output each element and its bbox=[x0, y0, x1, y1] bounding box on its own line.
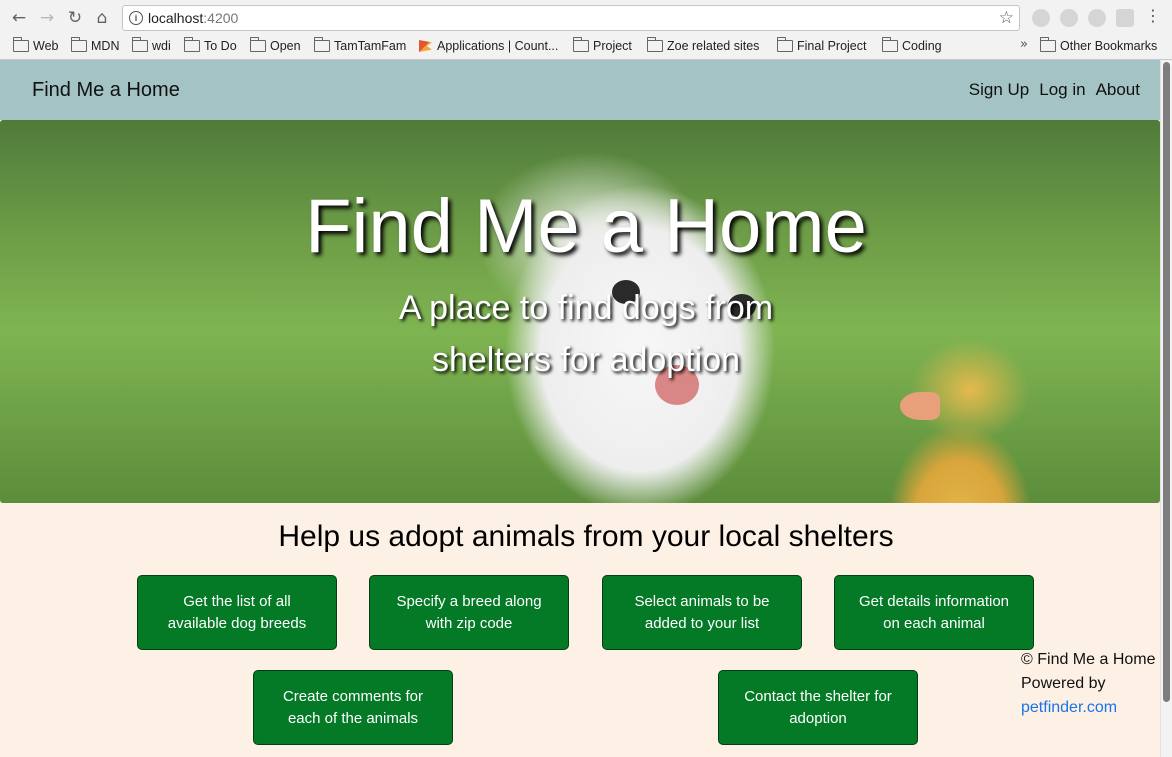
feature-card-details[interactable]: Get details information on each animal bbox=[834, 575, 1034, 650]
scrollbar-thumb[interactable] bbox=[1163, 62, 1170, 702]
folder-icon bbox=[572, 37, 589, 52]
folder-icon bbox=[249, 37, 266, 52]
footer: © Find Me a Home Powered by petfinder.co… bbox=[1021, 648, 1156, 720]
nav-sign-up-link[interactable]: Sign Up bbox=[969, 80, 1029, 100]
footer-powered-by: Powered by bbox=[1021, 675, 1106, 692]
feature-card-select-animals[interactable]: Select animals to be added to your list bbox=[602, 575, 802, 650]
home-icon[interactable]: ⌂ bbox=[91, 7, 113, 29]
hero-subtitle: A place to find dogs from shelters for a… bbox=[398, 289, 774, 379]
address-bar[interactable]: i localhost:4200 ☆ bbox=[122, 5, 1020, 31]
app-navbar: Find Me a Home Sign Up Log in About bbox=[0, 60, 1160, 120]
bookmark-folder[interactable]: wdi bbox=[131, 37, 171, 55]
folder-icon bbox=[12, 37, 29, 52]
feature-card-breed-zip[interactable]: Specify a breed along with zip code bbox=[369, 575, 569, 650]
footer-copyright: © Find Me a Home bbox=[1021, 651, 1156, 668]
bookmarks-bar: Web MDN wdi To Do Open TamTamFam Applica… bbox=[0, 35, 1172, 57]
folder-icon bbox=[183, 37, 200, 52]
extension-puzzle-icon[interactable] bbox=[1088, 9, 1106, 27]
nav-log-in-link[interactable]: Log in bbox=[1039, 80, 1085, 100]
bookmark-folder[interactable]: MDN bbox=[70, 37, 119, 55]
bookmark-folder[interactable]: Final Project bbox=[776, 37, 866, 55]
feature-card-comments[interactable]: Create comments for each of the animals bbox=[253, 670, 453, 745]
feature-card-breeds[interactable]: Get the list of all available dog breeds bbox=[137, 575, 337, 650]
flag-icon bbox=[419, 40, 432, 52]
folder-icon bbox=[646, 37, 663, 52]
section-heading: Help us adopt animals from your local sh… bbox=[278, 520, 894, 553]
folder-icon bbox=[131, 37, 148, 52]
hero-title: Find Me a Home bbox=[305, 184, 867, 269]
duckling-beak bbox=[900, 392, 940, 420]
bookmark-folder[interactable]: To Do bbox=[183, 37, 237, 55]
bookmark-folder[interactable]: TamTamFam bbox=[313, 37, 406, 55]
info-icon[interactable]: i bbox=[129, 11, 143, 25]
nav-about-link[interactable]: About bbox=[1096, 80, 1140, 100]
browser-toolbar: ← → ↻ ⌂ i localhost:4200 ☆ ⋮ bbox=[0, 0, 1172, 35]
chevron-double-right-icon[interactable]: » bbox=[1020, 37, 1028, 52]
extension-icon[interactable] bbox=[1116, 9, 1134, 27]
folder-icon bbox=[313, 37, 330, 52]
folder-icon bbox=[881, 37, 898, 52]
folder-icon bbox=[70, 37, 87, 52]
bookmark-folder[interactable]: Coding bbox=[881, 37, 942, 55]
bookmark-page[interactable]: Applications | Count... bbox=[419, 37, 558, 55]
bookmark-folder[interactable]: Web bbox=[12, 37, 58, 55]
extension-icon[interactable] bbox=[1060, 9, 1078, 27]
page-scrollbar[interactable] bbox=[1160, 60, 1172, 757]
folder-icon bbox=[1039, 37, 1056, 52]
browser-chrome: ← → ↻ ⌂ i localhost:4200 ☆ ⋮ Web MDN wdi… bbox=[0, 0, 1172, 60]
bookmark-folder[interactable]: Project bbox=[572, 37, 632, 55]
folder-icon bbox=[776, 37, 793, 52]
extension-icon[interactable] bbox=[1032, 9, 1050, 27]
feature-card-contact-shelter[interactable]: Contact the shelter for adoption bbox=[718, 670, 918, 745]
bookmark-folder[interactable]: Zoe related sites bbox=[646, 37, 759, 55]
bookmark-folder[interactable]: Other Bookmarks bbox=[1039, 37, 1157, 55]
back-arrow-icon[interactable]: ← bbox=[8, 7, 30, 29]
bookmark-folder[interactable]: Open bbox=[249, 37, 301, 55]
reload-icon[interactable]: ↻ bbox=[64, 7, 86, 29]
nav-links: Sign Up Log in About bbox=[969, 80, 1140, 100]
bookmark-star-icon[interactable]: ☆ bbox=[999, 8, 1014, 28]
address-url: localhost:4200 bbox=[148, 10, 239, 26]
brand-link[interactable]: Find Me a Home bbox=[32, 79, 180, 102]
forward-arrow-icon[interactable]: → bbox=[36, 7, 58, 29]
browser-menu-icon[interactable]: ⋮ bbox=[1145, 6, 1161, 25]
petfinder-link[interactable]: petfinder.com bbox=[1021, 696, 1156, 720]
